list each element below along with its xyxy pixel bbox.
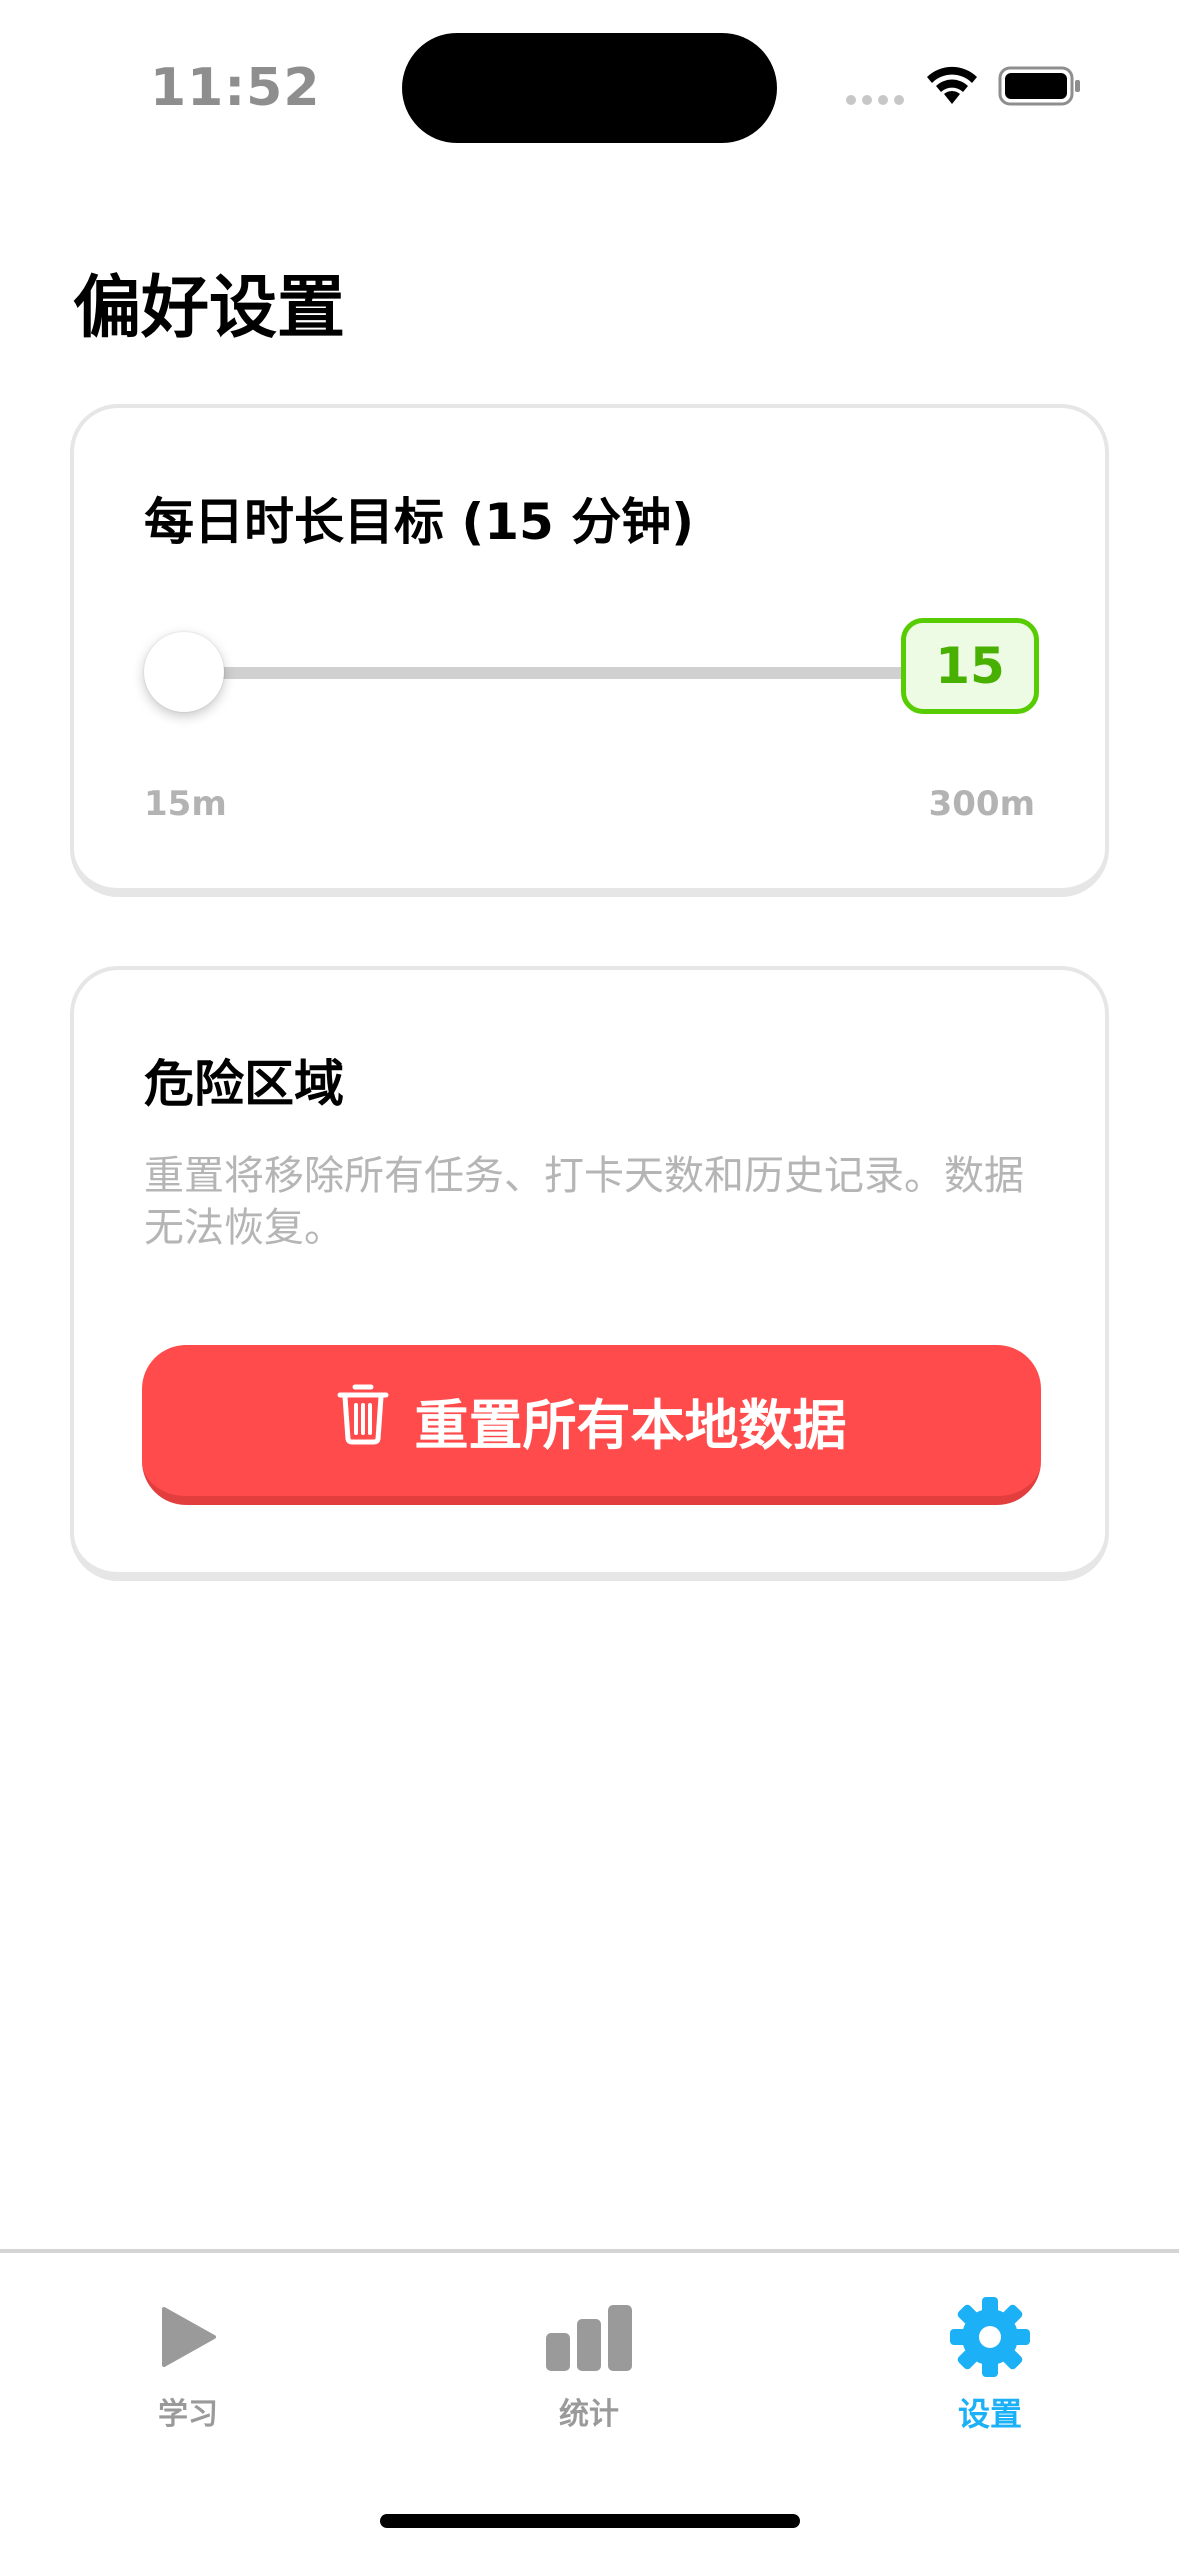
battery-icon — [998, 66, 1082, 110]
gear-icon — [948, 2297, 1032, 2377]
slider-max-label: 300m — [928, 784, 1035, 824]
page-title: 偏好设置 — [73, 269, 346, 348]
daily-goal-slider[interactable] — [144, 632, 926, 712]
slider-thumb[interactable] — [144, 632, 224, 712]
danger-zone-title: 危险区域 — [144, 1055, 344, 1113]
play-icon — [158, 2297, 218, 2377]
tab-stats[interactable]: 统计 — [489, 2253, 689, 2453]
daily-goal-card: 每日时长目标 (15 分钟) 15 15m 300m — [70, 404, 1109, 897]
slider-track[interactable] — [164, 667, 926, 679]
goal-value-badge: 15 — [901, 618, 1039, 714]
reset-all-data-button[interactable]: 重置所有本地数据 — [142, 1345, 1041, 1505]
daily-goal-title: 每日时长目标 (15 分钟) — [144, 493, 695, 551]
tab-settings-label: 设置 — [957, 2395, 1022, 2433]
tab-bar: 学习 统计 设置 — [0, 2249, 1179, 2556]
tab-settings[interactable]: 设置 — [890, 2253, 1090, 2453]
status-time: 11:52 — [150, 58, 321, 118]
wifi-icon — [924, 64, 980, 110]
bar-chart-icon — [544, 2297, 634, 2377]
tab-stats-label: 统计 — [559, 2397, 619, 2432]
slider-min-label: 15m — [144, 784, 227, 824]
home-indicator — [380, 2514, 800, 2528]
reset-button-label: 重置所有本地数据 — [414, 1394, 847, 1457]
danger-zone-card: 危险区域 重置将移除所有任务、打卡天数和历史记录。数据无法恢复。 重置所有本地数… — [70, 966, 1109, 1581]
tab-learn[interactable]: 学习 — [88, 2253, 288, 2453]
cellular-signal-icon — [846, 95, 904, 105]
dynamic-island — [402, 33, 777, 143]
danger-zone-description: 重置将移除所有任务、打卡天数和历史记录。数据无法恢复。 — [144, 1153, 1024, 1251]
trash-icon — [337, 1383, 389, 1458]
tab-learn-label: 学习 — [158, 2397, 218, 2432]
